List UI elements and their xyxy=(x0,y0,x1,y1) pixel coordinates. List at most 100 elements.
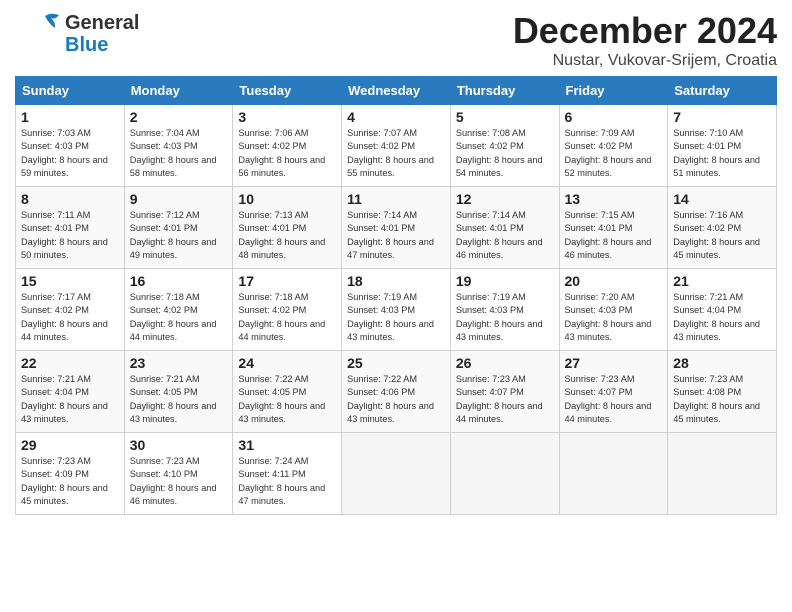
day-info: Sunrise: 7:15 AM Sunset: 4:01 PM Dayligh… xyxy=(565,209,663,262)
day-number: 3 xyxy=(238,109,336,125)
col-wednesday: Wednesday xyxy=(342,77,451,105)
day-info: Sunrise: 7:20 AM Sunset: 4:03 PM Dayligh… xyxy=(565,291,663,344)
calendar-cell: 21 Sunrise: 7:21 AM Sunset: 4:04 PM Dayli… xyxy=(668,269,777,351)
day-number: 17 xyxy=(238,273,336,289)
day-info: Sunrise: 7:23 AM Sunset: 4:08 PM Dayligh… xyxy=(673,373,771,426)
calendar-cell: 13 Sunrise: 7:15 AM Sunset: 4:01 PM Dayli… xyxy=(559,187,668,269)
col-tuesday: Tuesday xyxy=(233,77,342,105)
day-info: Sunrise: 7:18 AM Sunset: 4:02 PM Dayligh… xyxy=(130,291,228,344)
calendar-cell xyxy=(342,433,451,515)
calendar-cell: 17 Sunrise: 7:18 AM Sunset: 4:02 PM Dayli… xyxy=(233,269,342,351)
day-number: 20 xyxy=(565,273,663,289)
day-number: 14 xyxy=(673,191,771,207)
day-number: 21 xyxy=(673,273,771,289)
day-number: 22 xyxy=(21,355,119,371)
day-number: 29 xyxy=(21,437,119,453)
week-row-1: 1 Sunrise: 7:03 AM Sunset: 4:03 PM Daylig… xyxy=(16,105,777,187)
calendar-cell: 27 Sunrise: 7:23 AM Sunset: 4:07 PM Dayli… xyxy=(559,351,668,433)
day-info: Sunrise: 7:23 AM Sunset: 4:07 PM Dayligh… xyxy=(456,373,554,426)
calendar-cell: 20 Sunrise: 7:20 AM Sunset: 4:03 PM Dayli… xyxy=(559,269,668,351)
day-number: 28 xyxy=(673,355,771,371)
month-title: December 2024 xyxy=(513,10,777,52)
calendar-cell: 31 Sunrise: 7:24 AM Sunset: 4:11 PM Dayli… xyxy=(233,433,342,515)
day-number: 24 xyxy=(238,355,336,371)
calendar-cell: 18Sunrise: 7:19 AM Sunset: 4:03 PM Dayli… xyxy=(342,269,451,351)
day-number: 6 xyxy=(565,109,663,125)
calendar-cell: 14 Sunrise: 7:16 AM Sunset: 4:02 PM Dayli… xyxy=(668,187,777,269)
day-number: 12 xyxy=(456,191,554,207)
calendar-cell xyxy=(668,433,777,515)
logo-bird-icon xyxy=(15,10,63,58)
day-number: 31 xyxy=(238,437,336,453)
day-number: 27 xyxy=(565,355,663,371)
day-number: 19 xyxy=(456,273,554,289)
day-number: 2 xyxy=(130,109,228,125)
day-number: 9 xyxy=(130,191,228,207)
day-info: Sunrise: 7:23 AM Sunset: 4:10 PM Dayligh… xyxy=(130,455,228,508)
day-number: 1 xyxy=(21,109,119,125)
day-info: Sunrise: 7:21 AM Sunset: 4:04 PM Dayligh… xyxy=(21,373,119,426)
day-number: 30 xyxy=(130,437,228,453)
day-info: Sunrise: 7:04 AM Sunset: 4:03 PM Dayligh… xyxy=(130,127,228,180)
location: Nustar, Vukovar-Srijem, Croatia xyxy=(513,52,777,70)
calendar-table: Sunday Monday Tuesday Wednesday Thursday… xyxy=(15,76,777,515)
page-container: GeneralBlue December 2024 Nustar, Vukova… xyxy=(0,0,792,525)
day-info: Sunrise: 7:03 AM Sunset: 4:03 PM Dayligh… xyxy=(21,127,119,180)
day-info: Sunrise: 7:12 AM Sunset: 4:01 PM Dayligh… xyxy=(130,209,228,262)
page-header: GeneralBlue December 2024 Nustar, Vukova… xyxy=(15,10,777,70)
col-saturday: Saturday xyxy=(668,77,777,105)
calendar-cell: 30 Sunrise: 7:23 AM Sunset: 4:10 PM Dayli… xyxy=(124,433,233,515)
calendar-cell: 19 Sunrise: 7:19 AM Sunset: 4:03 PM Dayli… xyxy=(450,269,559,351)
calendar-cell: 28 Sunrise: 7:23 AM Sunset: 4:08 PM Dayli… xyxy=(668,351,777,433)
calendar-cell: 12 Sunrise: 7:14 AM Sunset: 4:01 PM Dayli… xyxy=(450,187,559,269)
col-friday: Friday xyxy=(559,77,668,105)
calendar-cell: 25Sunrise: 7:22 AM Sunset: 4:06 PM Dayli… xyxy=(342,351,451,433)
calendar-cell: 23Sunrise: 7:21 AM Sunset: 4:05 PM Dayli… xyxy=(124,351,233,433)
day-number: 16 xyxy=(130,273,228,289)
logo-blue-text: Blue xyxy=(65,34,139,56)
calendar-cell: 8Sunrise: 7:11 AM Sunset: 4:01 PM Daylig… xyxy=(16,187,125,269)
day-info: Sunrise: 7:19 AM Sunset: 4:03 PM Dayligh… xyxy=(456,291,554,344)
col-sunday: Sunday xyxy=(16,77,125,105)
day-number: 10 xyxy=(238,191,336,207)
header-row: Sunday Monday Tuesday Wednesday Thursday… xyxy=(16,77,777,105)
calendar-cell: 26 Sunrise: 7:23 AM Sunset: 4:07 PM Dayli… xyxy=(450,351,559,433)
logo-name: GeneralBlue xyxy=(65,12,139,56)
calendar-cell xyxy=(450,433,559,515)
day-number: 7 xyxy=(673,109,771,125)
calendar-cell: 16 Sunrise: 7:18 AM Sunset: 4:02 PM Dayli… xyxy=(124,269,233,351)
week-row-5: 29Sunrise: 7:23 AM Sunset: 4:09 PM Dayli… xyxy=(16,433,777,515)
day-number: 26 xyxy=(456,355,554,371)
day-number: 13 xyxy=(565,191,663,207)
day-info: Sunrise: 7:14 AM Sunset: 4:01 PM Dayligh… xyxy=(456,209,554,262)
calendar-cell: 1 Sunrise: 7:03 AM Sunset: 4:03 PM Daylig… xyxy=(16,105,125,187)
week-row-3: 15Sunrise: 7:17 AM Sunset: 4:02 PM Dayli… xyxy=(16,269,777,351)
calendar-cell: 7Sunrise: 7:10 AM Sunset: 4:01 PM Daylig… xyxy=(668,105,777,187)
day-info: Sunrise: 7:22 AM Sunset: 4:05 PM Dayligh… xyxy=(238,373,336,426)
day-number: 8 xyxy=(21,191,119,207)
calendar-cell: 11Sunrise: 7:14 AM Sunset: 4:01 PM Dayli… xyxy=(342,187,451,269)
day-info: Sunrise: 7:21 AM Sunset: 4:04 PM Dayligh… xyxy=(673,291,771,344)
day-info: Sunrise: 7:18 AM Sunset: 4:02 PM Dayligh… xyxy=(238,291,336,344)
calendar-cell: 4Sunrise: 7:07 AM Sunset: 4:02 PM Daylig… xyxy=(342,105,451,187)
day-info: Sunrise: 7:09 AM Sunset: 4:02 PM Dayligh… xyxy=(565,127,663,180)
calendar-cell: 24 Sunrise: 7:22 AM Sunset: 4:05 PM Dayli… xyxy=(233,351,342,433)
col-monday: Monday xyxy=(124,77,233,105)
day-info: Sunrise: 7:24 AM Sunset: 4:11 PM Dayligh… xyxy=(238,455,336,508)
day-info: Sunrise: 7:13 AM Sunset: 4:01 PM Dayligh… xyxy=(238,209,336,262)
calendar-cell: 22 Sunrise: 7:21 AM Sunset: 4:04 PM Dayli… xyxy=(16,351,125,433)
day-info: Sunrise: 7:19 AM Sunset: 4:03 PM Dayligh… xyxy=(347,291,445,344)
calendar-cell xyxy=(559,433,668,515)
calendar-cell: 6 Sunrise: 7:09 AM Sunset: 4:02 PM Daylig… xyxy=(559,105,668,187)
day-number: 5 xyxy=(456,109,554,125)
day-info: Sunrise: 7:17 AM Sunset: 4:02 PM Dayligh… xyxy=(21,291,119,344)
week-row-2: 8Sunrise: 7:11 AM Sunset: 4:01 PM Daylig… xyxy=(16,187,777,269)
day-info: Sunrise: 7:21 AM Sunset: 4:05 PM Dayligh… xyxy=(130,373,228,426)
day-info: Sunrise: 7:06 AM Sunset: 4:02 PM Dayligh… xyxy=(238,127,336,180)
day-number: 4 xyxy=(347,109,445,125)
title-block: December 2024 Nustar, Vukovar-Srijem, Cr… xyxy=(513,10,777,70)
day-info: Sunrise: 7:14 AM Sunset: 4:01 PM Dayligh… xyxy=(347,209,445,262)
day-info: Sunrise: 7:16 AM Sunset: 4:02 PM Dayligh… xyxy=(673,209,771,262)
day-info: Sunrise: 7:23 AM Sunset: 4:07 PM Dayligh… xyxy=(565,373,663,426)
week-row-4: 22 Sunrise: 7:21 AM Sunset: 4:04 PM Dayli… xyxy=(16,351,777,433)
